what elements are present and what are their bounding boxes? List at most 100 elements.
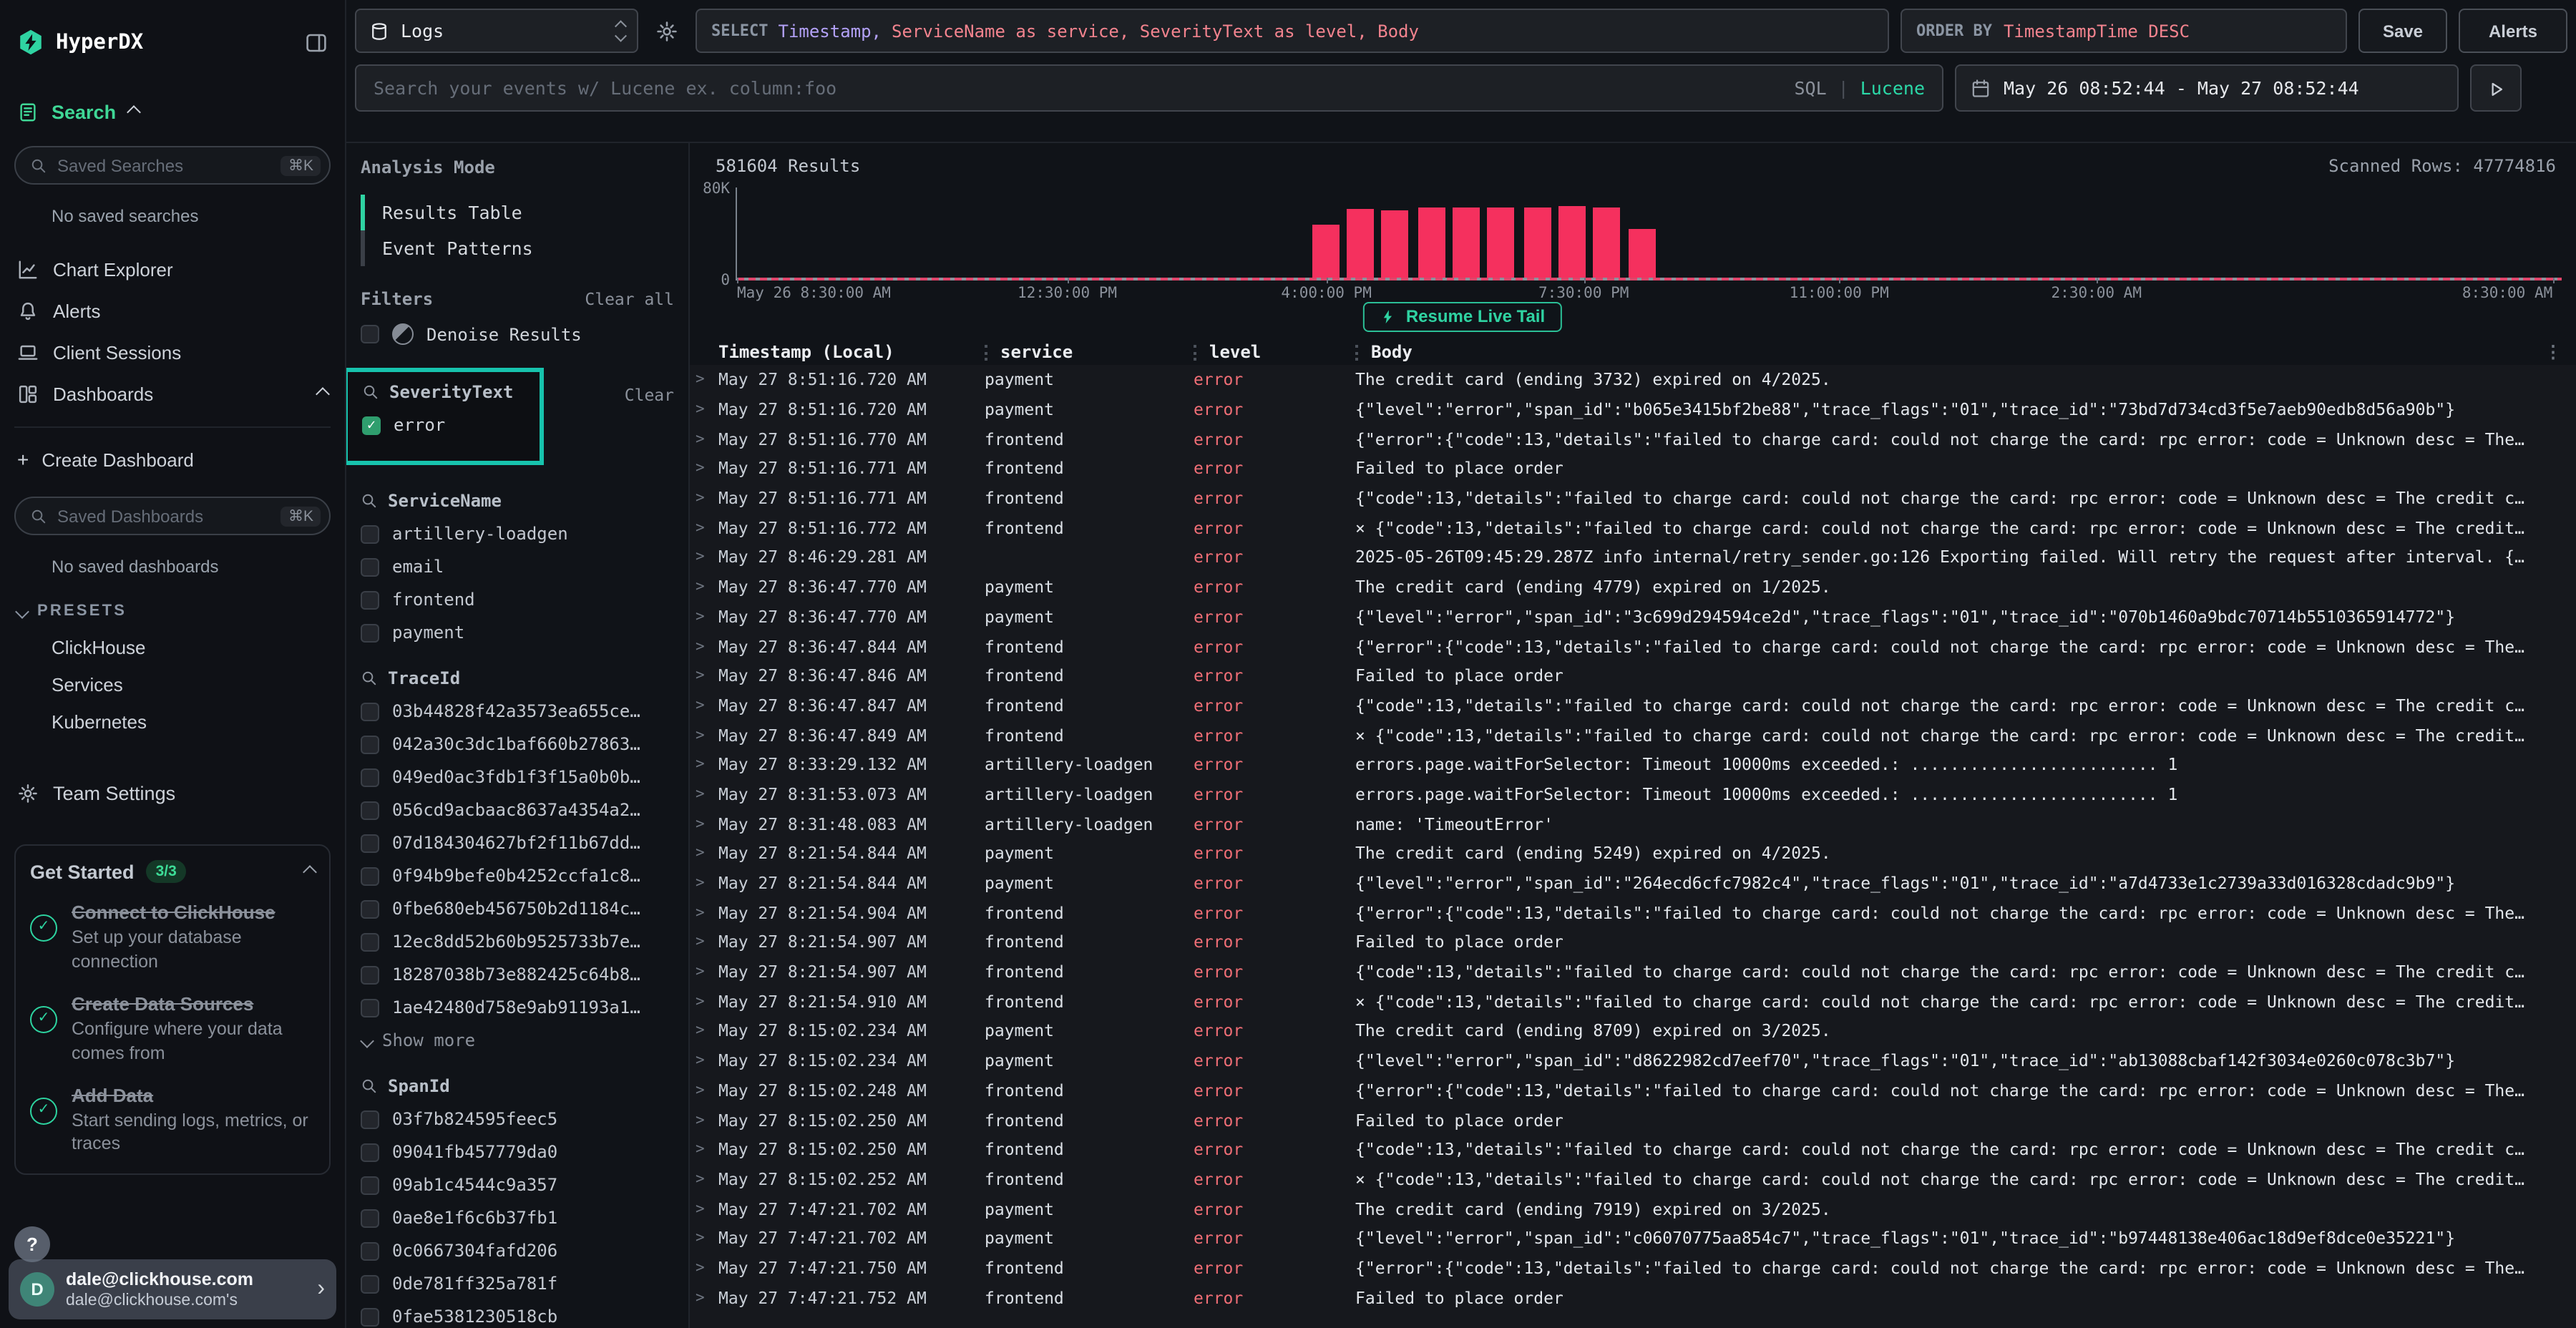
table-row[interactable]: >May 27 8:36:47.770 AMpaymenterror{"leve… xyxy=(690,602,2576,631)
trace-option[interactable]: 049ed0ac3fdb1f3f15a0b0b… xyxy=(361,767,674,787)
table-row[interactable]: >May 27 8:21:54.844 AMpaymenterror{"leve… xyxy=(690,868,2576,897)
service-option-payment[interactable]: payment xyxy=(361,622,674,643)
checkbox[interactable] xyxy=(361,1143,379,1161)
collapse-sidebar-icon[interactable] xyxy=(305,31,328,54)
preset-clickhouse[interactable]: ClickHouse xyxy=(14,628,331,665)
select-clause-input[interactable]: SELECT Timestamp, ServiceName as service… xyxy=(696,9,1889,53)
table-row[interactable]: >May 27 7:47:21.702 AMpaymenterror{"leve… xyxy=(690,1224,2576,1253)
trace-option[interactable]: 03b44828f42a3573ea655ce… xyxy=(361,701,674,721)
column-header-service[interactable]: service xyxy=(985,342,1194,362)
checkbox[interactable] xyxy=(361,899,379,918)
service-option-frontend[interactable]: frontend xyxy=(361,590,674,610)
save-button[interactable]: Save xyxy=(2358,9,2447,53)
column-header-level[interactable]: level xyxy=(1194,342,1355,362)
sidebar-item-alerts[interactable]: Alerts xyxy=(14,290,331,332)
sidebar-item-search[interactable]: Search xyxy=(17,102,328,123)
checkbox[interactable] xyxy=(361,834,379,852)
checkbox[interactable] xyxy=(361,590,379,609)
row-expand-chevron-icon[interactable]: > xyxy=(696,845,718,862)
get-started-item[interactable]: ✓Create Data SourcesConfigure where your… xyxy=(30,993,315,1066)
histogram-bar[interactable] xyxy=(1381,210,1408,278)
checkbox[interactable] xyxy=(361,623,379,642)
histogram-bar[interactable] xyxy=(1418,208,1445,278)
checkbox[interactable] xyxy=(361,524,379,543)
row-expand-chevron-icon[interactable]: > xyxy=(696,756,718,773)
table-row[interactable]: >May 27 8:36:47.849 AMfrontenderror× {"c… xyxy=(690,721,2576,750)
denoise-checkbox-row[interactable]: Denoise Results xyxy=(361,323,674,345)
order-by-input[interactable]: ORDER BY TimestampTime DESC xyxy=(1901,9,2347,53)
span-option[interactable]: 09ab1c4544c9a357 xyxy=(361,1175,674,1195)
trace-option[interactable]: 0f94b9befe0b4252ccfa1c8… xyxy=(361,866,674,886)
row-expand-chevron-icon[interactable]: > xyxy=(696,934,718,951)
row-expand-chevron-icon[interactable]: > xyxy=(696,697,718,714)
table-row[interactable]: >May 27 8:46:29.281 AMerror2025-05-26T09… xyxy=(690,542,2576,572)
checkbox[interactable] xyxy=(361,768,379,786)
histogram-bar[interactable] xyxy=(1312,225,1339,278)
span-option[interactable]: 0c0667304fafd206 xyxy=(361,1241,674,1261)
trace-show-more[interactable]: Show more xyxy=(362,1030,674,1050)
table-row[interactable]: >May 27 8:15:02.248 AMfrontenderror{"err… xyxy=(690,1075,2576,1105)
table-row[interactable]: >May 27 7:47:21.752 AMfrontenderrorFaile… xyxy=(690,1283,2576,1312)
row-expand-chevron-icon[interactable]: > xyxy=(696,1289,718,1306)
chevron-up-icon[interactable] xyxy=(316,387,330,401)
table-row[interactable]: >May 27 8:21:54.844 AMpaymenterrorThe cr… xyxy=(690,839,2576,868)
trace-option[interactable]: 1ae42480d758e9ab91193a1… xyxy=(361,997,674,1017)
help-button[interactable]: ? xyxy=(14,1226,50,1262)
row-expand-chevron-icon[interactable]: > xyxy=(696,1171,718,1188)
trace-option[interactable]: 042a30c3dc1baf660b27863… xyxy=(361,734,674,754)
checkbox[interactable] xyxy=(361,1176,379,1194)
checkbox[interactable] xyxy=(361,866,379,885)
tab-results-table[interactable]: Results Table xyxy=(361,195,674,230)
row-expand-chevron-icon[interactable]: > xyxy=(696,1230,718,1247)
saved-searches-input[interactable]: Saved Searches ⌘K xyxy=(14,146,331,185)
row-expand-chevron-icon[interactable]: > xyxy=(696,519,718,537)
checkbox[interactable] xyxy=(361,557,379,576)
trace-option[interactable]: 07d184304627bf2f11b67dd… xyxy=(361,833,674,853)
row-expand-chevron-icon[interactable]: > xyxy=(696,963,718,980)
checkbox[interactable]: ✓ xyxy=(362,416,381,434)
histogram-bar[interactable] xyxy=(1593,208,1620,278)
row-expand-chevron-icon[interactable]: > xyxy=(696,993,718,1010)
table-row[interactable]: >May 27 8:31:48.083 AMartillery-loadgene… xyxy=(690,809,2576,839)
column-resize-handle[interactable] xyxy=(1194,344,1196,360)
clear-all-filters-link[interactable]: Clear all xyxy=(585,289,674,309)
create-dashboard-button[interactable]: + Create Dashboard xyxy=(14,445,331,474)
column-header-timestamp[interactable]: Timestamp (Local) xyxy=(718,342,985,362)
sidebar-item-dashboards[interactable]: Dashboards xyxy=(14,374,331,415)
row-expand-chevron-icon[interactable]: > xyxy=(696,1022,718,1040)
row-expand-chevron-icon[interactable]: > xyxy=(696,904,718,921)
preset-services[interactable]: Services xyxy=(14,665,331,703)
checkbox[interactable] xyxy=(361,735,379,753)
row-expand-chevron-icon[interactable]: > xyxy=(696,874,718,892)
row-expand-chevron-icon[interactable]: > xyxy=(696,815,718,832)
row-expand-chevron-icon[interactable]: > xyxy=(696,489,718,507)
chevron-up-icon[interactable] xyxy=(127,105,141,119)
user-menu[interactable]: D dale@clickhouse.com dale@clickhouse.co… xyxy=(9,1260,336,1319)
sql-mode-toggle[interactable]: SQL xyxy=(1794,77,1826,99)
row-expand-chevron-icon[interactable]: > xyxy=(696,1141,718,1158)
search-input[interactable]: Search your events w/ Lucene ex. column:… xyxy=(355,64,1943,112)
column-settings-icon[interactable]: ⋮ xyxy=(2545,342,2576,362)
checkbox[interactable] xyxy=(361,1274,379,1293)
checkbox[interactable] xyxy=(361,1241,379,1260)
resume-live-tail-button[interactable]: Resume Live Tail xyxy=(1363,302,1562,332)
logo[interactable]: HyperDX xyxy=(17,29,328,56)
table-row[interactable]: >May 27 8:36:47.847 AMfrontenderror{"cod… xyxy=(690,690,2576,720)
presets-toggle[interactable]: PRESETS xyxy=(17,602,331,620)
table-row[interactable]: >May 27 8:33:29.132 AMartillery-loadgene… xyxy=(690,750,2576,779)
trace-option[interactable]: 056cd9acbaac8637a4354a2… xyxy=(361,800,674,820)
table-row[interactable]: >May 27 8:21:54.907 AMfrontenderrorFaile… xyxy=(690,927,2576,957)
saved-dashboards-input[interactable]: Saved Dashboards ⌘K xyxy=(14,497,331,535)
alerts-button[interactable]: Alerts xyxy=(2459,9,2567,53)
tab-event-patterns[interactable]: Event Patterns xyxy=(361,230,674,266)
table-row[interactable]: >May 27 8:51:16.771 AMfrontenderrorFaile… xyxy=(690,454,2576,483)
checkbox[interactable] xyxy=(361,932,379,951)
span-option[interactable]: 09041fb457779da0 xyxy=(361,1142,674,1162)
checkbox[interactable] xyxy=(361,998,379,1017)
source-select[interactable]: Logs xyxy=(355,9,638,53)
row-expand-chevron-icon[interactable]: > xyxy=(696,786,718,803)
checkbox[interactable] xyxy=(361,1209,379,1227)
trace-option[interactable]: 18287038b73e882425c64b8… xyxy=(361,965,674,985)
checkbox[interactable] xyxy=(361,702,379,721)
row-expand-chevron-icon[interactable]: > xyxy=(696,1200,718,1217)
